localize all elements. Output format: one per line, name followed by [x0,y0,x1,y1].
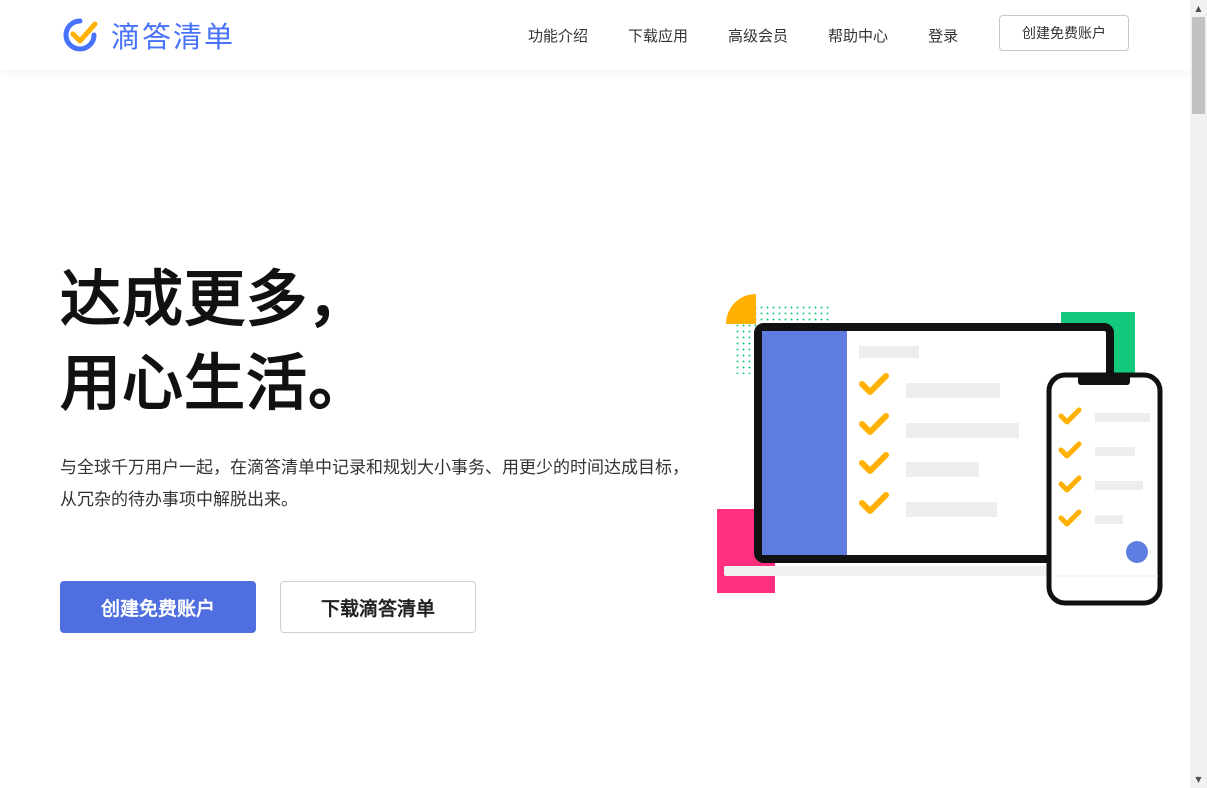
phone-task-bar-1 [1095,413,1150,422]
laptop-task-bar-3 [906,462,979,477]
header-signup-button[interactable]: 创建免费账户 [999,15,1129,51]
laptop-task-bar-1 [906,383,1000,398]
vertical-scrollbar[interactable]: ▲ ▼ [1190,0,1207,788]
nav-item-download[interactable]: 下载应用 [628,25,688,46]
create-account-button[interactable]: 创建免费账户 [60,581,256,633]
scrollbar-thumb[interactable] [1192,17,1205,114]
hero-title: 达成更多， 用心生活。 [60,258,370,426]
phone-notch [1078,375,1130,385]
logo-check-icon [63,18,98,52]
hero-title-line-2: 用心生活。 [60,348,371,419]
hero-description: 与全球千万用户一起，在滴答清单中记录和规划大小事务、用更少的时间达成目标，从冗杂… [60,458,689,510]
phone-task-bar-4 [1095,515,1123,524]
phone-add-button-icon [1126,541,1148,563]
laptop-header-bar [859,346,919,358]
laptop-task-bar-4 [906,502,997,517]
laptop-task-bar-2 [906,423,1019,438]
download-app-button[interactable]: 下载滴答清单 [280,581,476,633]
brand-name: 滴答清单 [111,20,236,54]
site-header: 滴答清单 功能介绍 下载应用 高级会员 帮助中心 登录 创建免费账户 [0,0,1190,70]
nav-item-login[interactable]: 登录 [928,25,958,46]
phone-task-bar-2 [1095,447,1135,456]
nav-item-help[interactable]: 帮助中心 [828,25,888,46]
nav-item-premium[interactable]: 高级会员 [728,25,788,46]
device-illustration [717,294,1163,606]
laptop-sidebar [762,331,847,555]
scroll-down-arrow-icon[interactable]: ▼ [1190,771,1207,788]
yellow-quarter-circle [726,294,756,324]
brand-logo[interactable]: 滴答清单 [60,13,235,57]
laptop-base [724,566,1094,576]
nav-item-features[interactable]: 功能介绍 [528,25,588,46]
scroll-up-arrow-icon[interactable]: ▲ [1190,0,1207,17]
page: 滴答清单 功能介绍 下载应用 高级会员 帮助中心 登录 创建免费账户 达成更多，… [0,0,1190,788]
phone-task-bar-3 [1095,481,1143,490]
main-nav: 功能介绍 下载应用 高级会员 帮助中心 登录 [508,0,978,70]
hero-title-line-1: 达成更多， [60,264,371,335]
